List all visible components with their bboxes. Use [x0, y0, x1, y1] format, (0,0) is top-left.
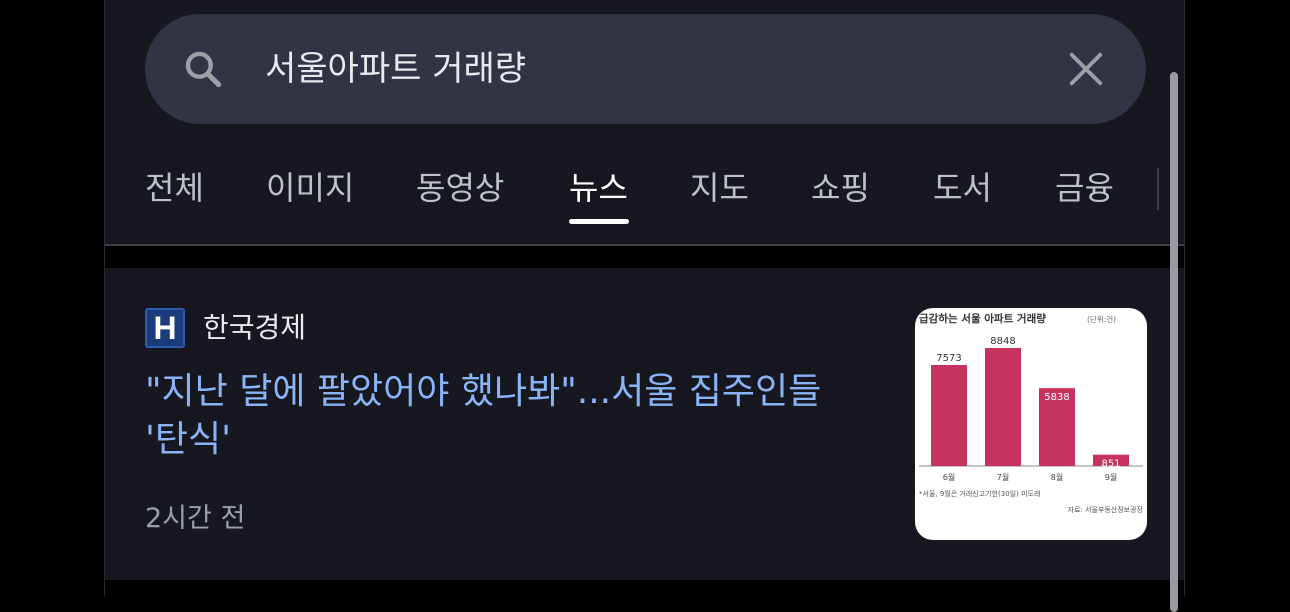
tab-images[interactable]: 이미지	[266, 166, 354, 210]
chart-category-label: 6월	[943, 472, 955, 482]
chart-value-label: 851	[1101, 459, 1120, 470]
tab-videos[interactable]: 동영상	[416, 166, 504, 210]
news-result-card[interactable]: H 한국경제 "지난 달에 팔았어야 했나봐"...서울 집주인들 '탄식' 2…	[105, 268, 1184, 580]
news-thumbnail[interactable]: 급감하는 서울 아파트 거래량 (단위:건) 7573 6월 8848 7월 5838 8…	[915, 308, 1147, 540]
section-gap-bottom	[105, 580, 1184, 596]
section-gap	[105, 246, 1184, 268]
thumbnail-bar-chart: 급감하는 서울 아파트 거래량 (단위:건) 7573 6월 8848 7월 5838 8…	[919, 312, 1144, 514]
scrollbar-thumb[interactable]	[1170, 72, 1178, 612]
published-time: 2시간 전	[145, 503, 246, 534]
chart-title: 급감하는 서울 아파트 거래량	[919, 312, 1046, 325]
tab-news[interactable]: 뉴스	[569, 166, 628, 210]
chart-category-label: 7월	[997, 472, 1009, 482]
chart-category-label: 9월	[1105, 472, 1117, 482]
chart-bar	[931, 365, 967, 466]
tabs-divider	[1157, 168, 1159, 210]
news-headline-link[interactable]: "지난 달에 팔았어야 했나봐"...서울 집주인들 '탄식'	[145, 368, 865, 464]
tab-all[interactable]: 전체	[145, 166, 204, 210]
chart-footnote: *서울, 9월은 거래신고기한(30일) 미도래	[919, 489, 1040, 498]
source-name[interactable]: 한국경제	[203, 308, 306, 348]
chart-value-label: 8848	[990, 336, 1015, 347]
chart-unit: (단위:건)	[1087, 314, 1116, 324]
chart-value-label: 5838	[1044, 392, 1069, 403]
tab-finance[interactable]: 금융	[1055, 166, 1114, 210]
chart-value-label: 7573	[936, 353, 961, 364]
tab-books[interactable]: 도서	[933, 166, 992, 210]
close-icon[interactable]	[1067, 50, 1105, 88]
search-results-panel: 서울아파트 거래량 전체 이미지 동영상 뉴스 지도 쇼핑 도서 금융 H 한국…	[104, 0, 1185, 596]
tab-maps[interactable]: 지도	[690, 166, 749, 210]
chart-bar	[985, 348, 1021, 466]
search-tabs: 전체 이미지 동영상 뉴스 지도 쇼핑 도서 금융	[105, 160, 1184, 230]
chart-category-label: 8월	[1051, 472, 1063, 482]
tab-shopping[interactable]: 쇼핑	[811, 166, 870, 210]
search-icon[interactable]	[181, 47, 225, 91]
active-tab-indicator	[569, 219, 629, 224]
search-bar[interactable]: 서울아파트 거래량	[145, 14, 1146, 124]
chart-source: 자료: 서울부동산정보광장	[1068, 505, 1144, 514]
search-input[interactable]: 서울아파트 거래량	[265, 47, 526, 91]
source-logo: H	[145, 308, 185, 348]
